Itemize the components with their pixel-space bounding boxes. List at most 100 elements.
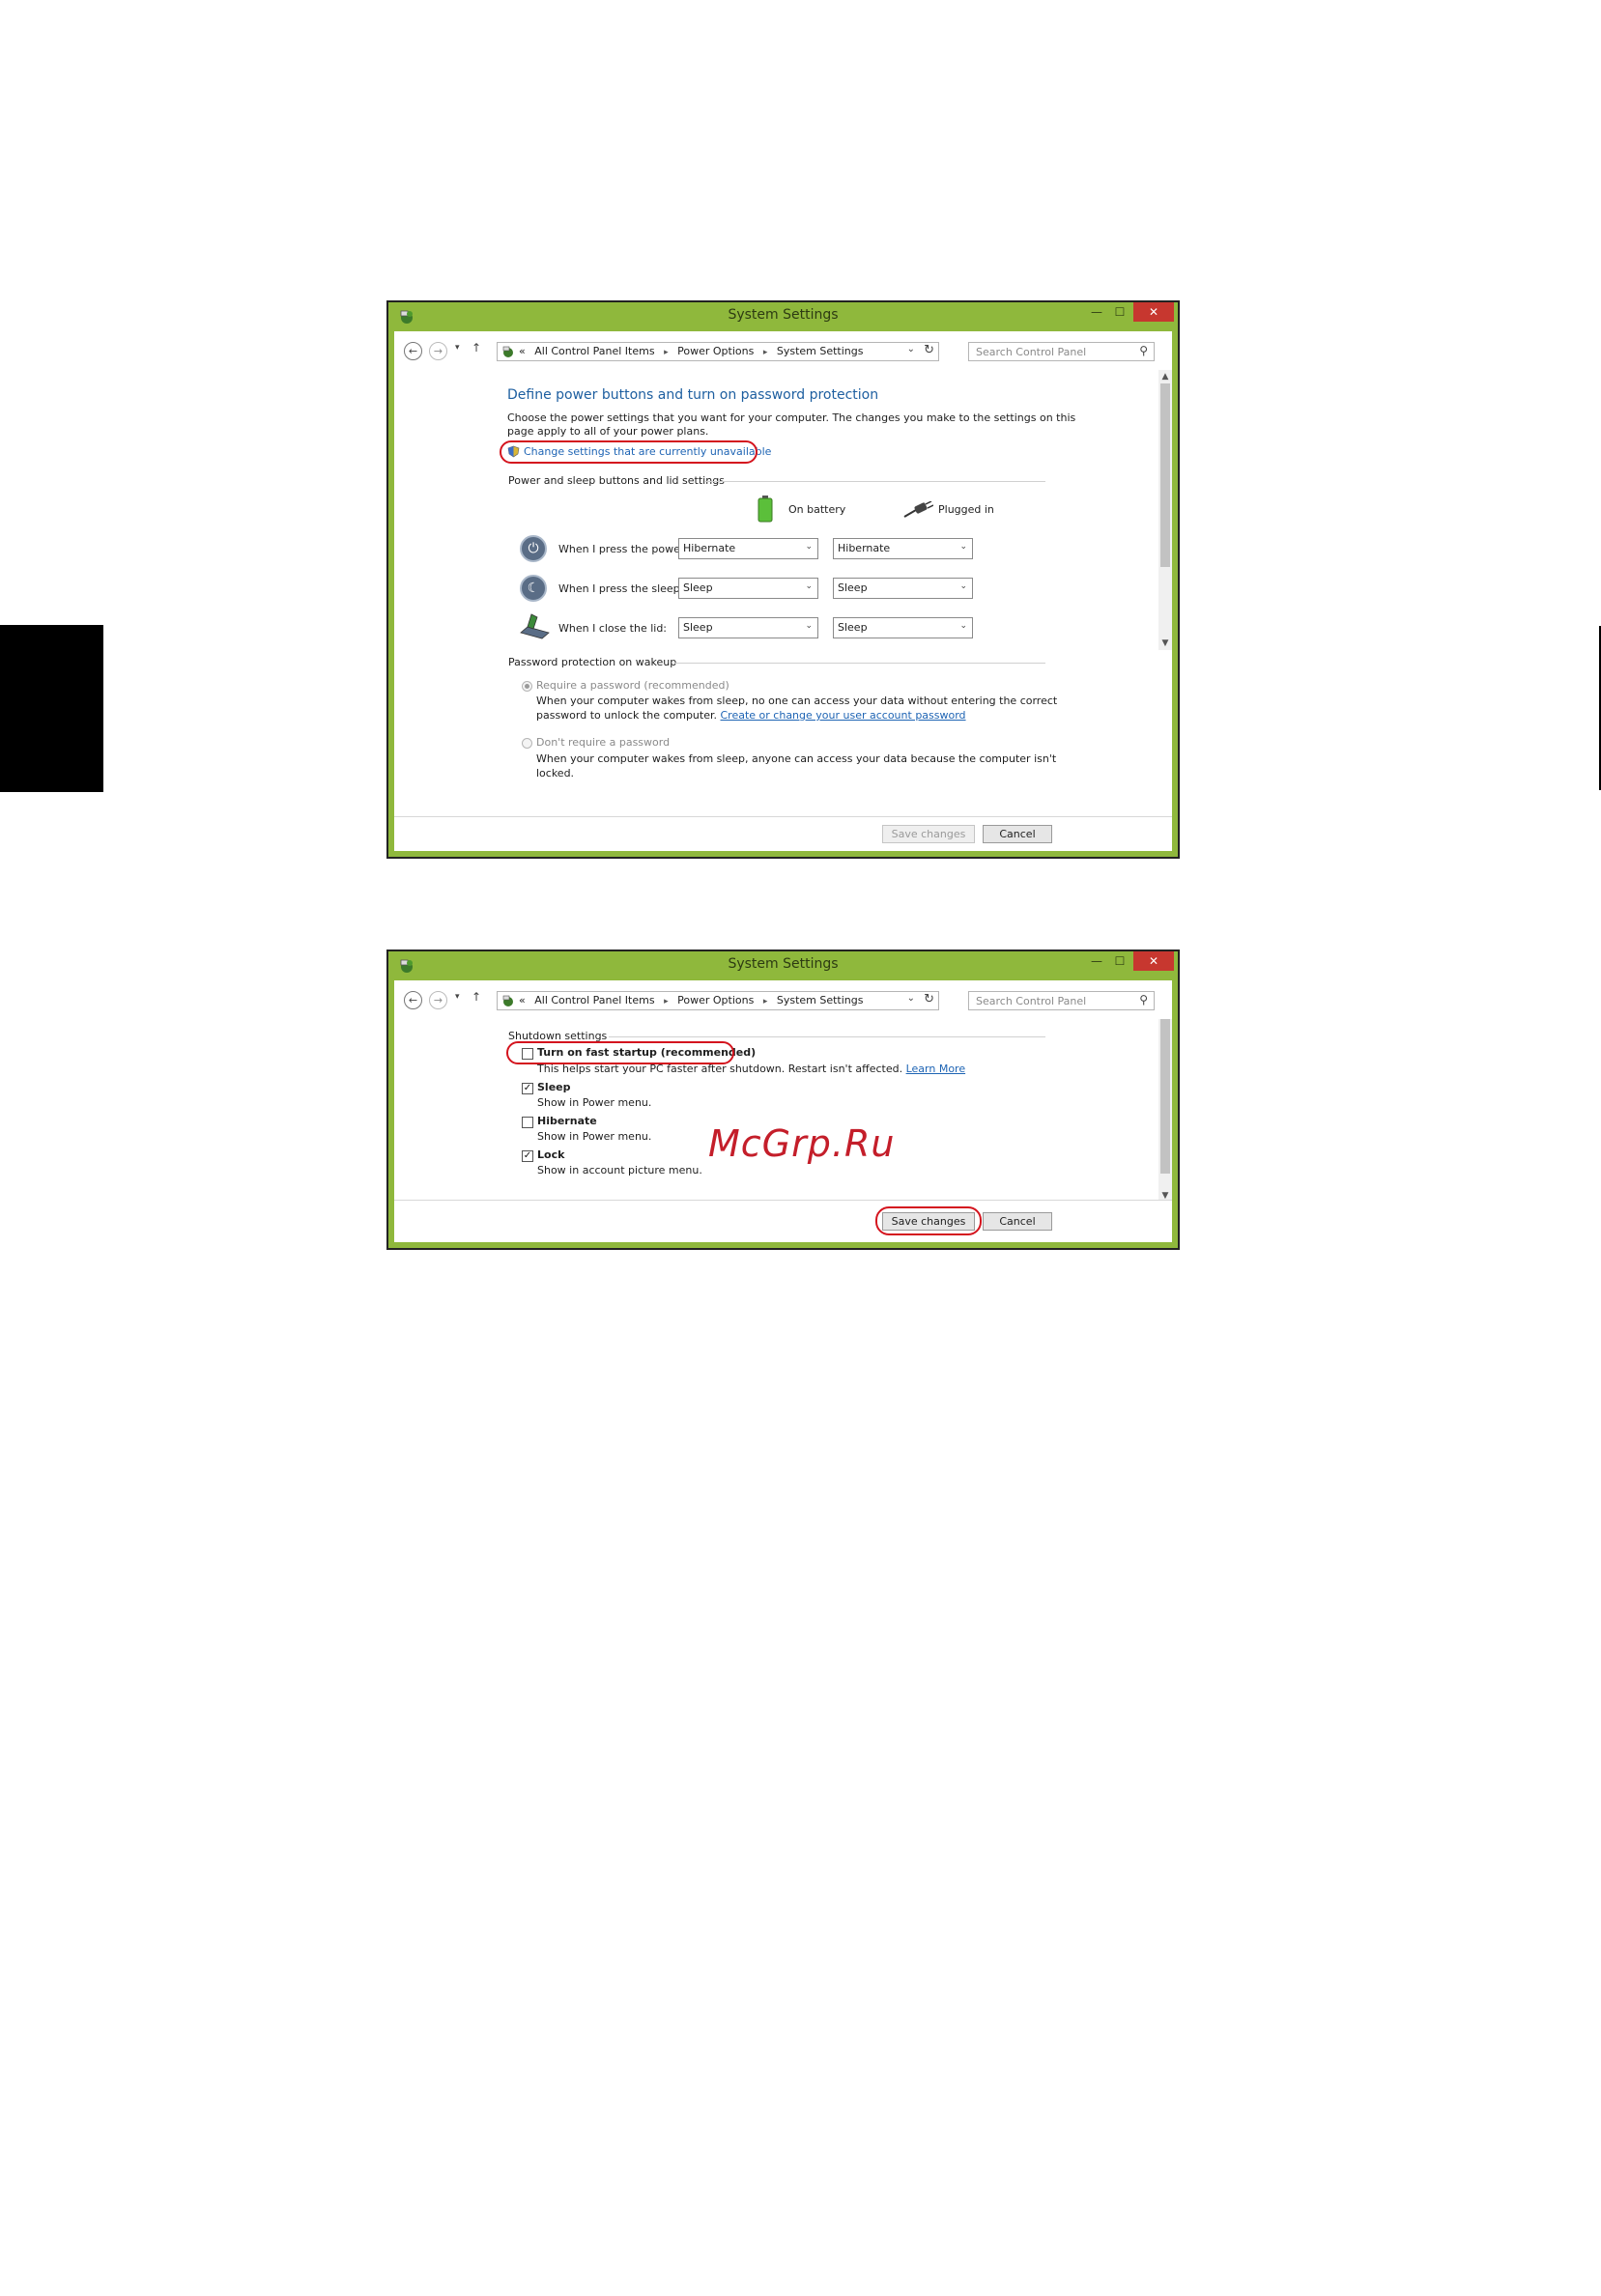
close-lid-plugged-in-select[interactable]: Sleep ⌄ xyxy=(833,617,973,638)
sleep-button-plugged-in-select[interactable]: Sleep ⌄ xyxy=(833,578,973,599)
hibernate-label: Hibernate xyxy=(537,1115,597,1127)
address-bar[interactable]: « All Control Panel Items ▸ Power Option… xyxy=(497,342,939,361)
button-footer: Save changes Cancel xyxy=(394,1200,1172,1242)
sleep-label: Sleep xyxy=(537,1081,571,1093)
recent-locations-dropdown[interactable]: ▾ xyxy=(455,343,460,353)
group-divider xyxy=(705,481,1045,482)
breadcrumb-separator-icon[interactable]: ▸ xyxy=(763,997,768,1006)
power-button-plugged-in-select[interactable]: Hibernate ⌄ xyxy=(833,538,973,559)
page-heading: Define power buttons and turn on passwor… xyxy=(507,387,879,403)
require-password-radio[interactable] xyxy=(522,681,532,692)
chevron-down-icon: ⌄ xyxy=(805,621,813,631)
breadcrumb-system-settings[interactable]: System Settings xyxy=(777,994,864,1006)
breadcrumb-separator-icon[interactable]: ▸ xyxy=(664,997,669,1006)
chevron-down-icon: ⌄ xyxy=(805,542,813,552)
system-settings-window-2: System Settings — ☐ ✕ ← → ▾ ↑ « All Cont… xyxy=(386,950,1180,1250)
search-placeholder: Search Control Panel xyxy=(976,995,1087,1007)
forward-button[interactable]: → xyxy=(429,342,447,360)
dont-require-password-radio[interactable] xyxy=(522,738,532,749)
vertical-scrollbar[interactable]: ▼ xyxy=(1158,1019,1172,1203)
minimize-button[interactable]: — xyxy=(1085,302,1108,322)
hibernate-checkbox[interactable] xyxy=(522,1117,533,1128)
power-button-on-battery-select[interactable]: Hibernate ⌄ xyxy=(678,538,818,559)
column-on-battery: On battery xyxy=(788,503,846,516)
power-plug-icon xyxy=(903,501,933,518)
sleep-checkbox[interactable]: ✓ xyxy=(522,1083,533,1094)
scroll-thumb[interactable] xyxy=(1160,383,1170,567)
chapter-side-tab xyxy=(0,625,103,792)
create-password-link[interactable]: Create or change your user account passw… xyxy=(721,709,966,722)
search-icon[interactable]: ⚲ xyxy=(1139,993,1148,1006)
window-title: System Settings xyxy=(728,956,839,972)
address-dropdown-icon[interactable]: ⌄ xyxy=(907,993,915,1004)
breadcrumb-separator-icon[interactable]: ▸ xyxy=(664,348,669,357)
group-divider xyxy=(609,1036,1045,1037)
address-bar[interactable]: « All Control Panel Items ▸ Power Option… xyxy=(497,991,939,1010)
sleep-button-on-battery-select[interactable]: Sleep ⌄ xyxy=(678,578,818,599)
close-button[interactable]: ✕ xyxy=(1133,951,1174,971)
title-bar[interactable]: System Settings — ☐ ✕ xyxy=(388,302,1178,331)
back-button[interactable]: ← xyxy=(404,991,422,1009)
address-overflow[interactable]: « xyxy=(519,994,526,1006)
refresh-icon[interactable]: ↻ xyxy=(924,343,934,357)
highlight-oval xyxy=(875,1206,982,1235)
highlight-oval xyxy=(506,1041,734,1064)
maximize-button[interactable]: ☐ xyxy=(1108,302,1131,322)
close-button[interactable]: ✕ xyxy=(1133,302,1174,322)
window-client-area: ← → ▾ ↑ « All Control Panel Items ▸ Powe… xyxy=(394,331,1172,851)
back-button[interactable]: ← xyxy=(404,342,422,360)
learn-more-link[interactable]: Learn More xyxy=(906,1063,966,1075)
breadcrumb-power-options[interactable]: Power Options xyxy=(677,345,754,357)
chevron-down-icon: ⌄ xyxy=(959,621,967,631)
search-box[interactable]: Search Control Panel ⚲ xyxy=(968,991,1155,1010)
description-line-1: Choose the power settings that you want … xyxy=(507,411,1076,424)
power-button-icon: ⏻ xyxy=(520,535,547,562)
chevron-down-icon: ⌄ xyxy=(959,581,967,591)
address-dropdown-icon[interactable]: ⌄ xyxy=(907,344,915,354)
breadcrumb-all-control-panel-items[interactable]: All Control Panel Items xyxy=(534,994,654,1006)
group-divider xyxy=(674,663,1045,664)
cancel-button[interactable]: Cancel xyxy=(983,825,1052,843)
breadcrumb-system-settings[interactable]: System Settings xyxy=(777,345,864,357)
dont-require-password-label: Don't require a password xyxy=(536,736,671,749)
dont-require-password-desc-2: locked. xyxy=(536,767,575,780)
minimize-button[interactable]: — xyxy=(1085,951,1108,971)
title-bar[interactable]: System Settings — ☐ ✕ xyxy=(388,951,1178,980)
cancel-button[interactable]: Cancel xyxy=(983,1212,1052,1231)
close-lid-label: When I close the lid: xyxy=(558,622,668,635)
lock-label: Lock xyxy=(537,1148,565,1161)
search-box[interactable]: Search Control Panel ⚲ xyxy=(968,342,1155,361)
breadcrumb-power-options[interactable]: Power Options xyxy=(677,994,754,1006)
up-button[interactable]: ↑ xyxy=(472,341,481,354)
lock-checkbox[interactable]: ✓ xyxy=(522,1150,533,1162)
address-overflow[interactable]: « xyxy=(519,345,526,357)
require-password-desc-2: password to unlock the computer. Create … xyxy=(536,709,966,722)
scroll-thumb[interactable] xyxy=(1160,1019,1170,1174)
hibernate-desc: Show in Power menu. xyxy=(537,1130,652,1143)
navigation-bar: ← → ▾ ↑ « All Control Panel Items ▸ Powe… xyxy=(394,331,1172,370)
scroll-down-icon[interactable]: ▼ xyxy=(1158,637,1172,650)
window-title: System Settings xyxy=(728,307,839,323)
dont-require-password-desc-1: When your computer wakes from sleep, any… xyxy=(536,752,1057,765)
vertical-scrollbar[interactable]: ▲ ▼ xyxy=(1158,370,1172,650)
window-client-area: ← → ▾ ↑ « All Control Panel Items ▸ Powe… xyxy=(394,980,1172,1242)
watermark-text: McGrp.Ru xyxy=(708,1122,896,1165)
refresh-icon[interactable]: ↻ xyxy=(924,992,934,1006)
maximize-button[interactable]: ☐ xyxy=(1108,951,1131,971)
password-group-label: Password protection on wakeup xyxy=(508,656,677,668)
search-icon[interactable]: ⚲ xyxy=(1139,344,1148,357)
scroll-up-icon[interactable]: ▲ xyxy=(1158,370,1172,383)
breadcrumb-all-control-panel-items[interactable]: All Control Panel Items xyxy=(534,345,654,357)
save-changes-button[interactable]: Save changes xyxy=(882,825,975,843)
control-panel-small-icon xyxy=(502,995,513,1006)
up-button[interactable]: ↑ xyxy=(472,990,481,1004)
button-footer: Save changes Cancel xyxy=(394,816,1172,851)
close-lid-on-battery-select[interactable]: Sleep ⌄ xyxy=(678,617,818,638)
navigation-bar: ← → ▾ ↑ « All Control Panel Items ▸ Powe… xyxy=(394,980,1172,1019)
laptop-lid-icon xyxy=(520,613,550,639)
breadcrumb-separator-icon[interactable]: ▸ xyxy=(763,348,768,357)
power-group-label: Power and sleep buttons and lid settings xyxy=(508,474,725,487)
forward-button[interactable]: → xyxy=(429,991,447,1009)
recent-locations-dropdown[interactable]: ▾ xyxy=(455,992,460,1002)
require-password-label: Require a password (recommended) xyxy=(536,679,729,692)
